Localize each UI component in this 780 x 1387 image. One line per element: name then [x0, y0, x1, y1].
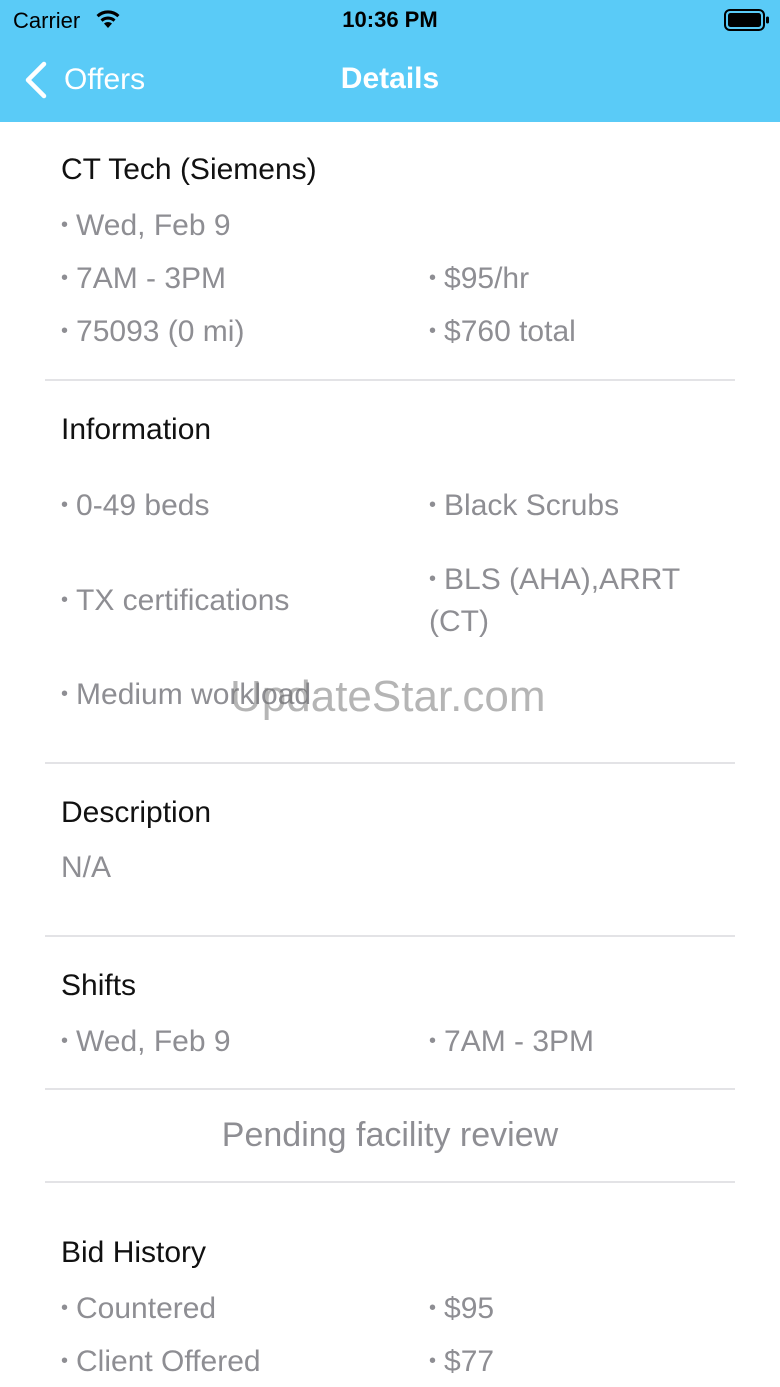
status-time: 10:36 PM: [342, 7, 438, 32]
info-item: • TX certifications: [61, 584, 290, 617]
bid-history-label: • Client Offered: [61, 1345, 261, 1378]
info-item: • 0-49 beds: [61, 489, 210, 522]
navigation-header: Carrier 10:36 PM Offers Details: [0, 0, 780, 122]
description-title: Description: [61, 796, 212, 829]
battery-icon: [724, 9, 769, 31]
job-rate: • $95/hr: [429, 262, 530, 295]
page-title: Details: [340, 62, 440, 95]
divider: [45, 1181, 735, 1183]
job-hours: • 7AM - 3PM: [61, 262, 227, 295]
job-title: CT Tech (Siemens): [61, 153, 317, 186]
shifts-title: Shifts: [61, 969, 137, 1002]
information-title: Information: [61, 413, 212, 446]
job-date: • Wed, Feb 9: [61, 209, 231, 242]
divider: [45, 935, 735, 937]
shift-date: • Wed, Feb 9: [61, 1025, 231, 1058]
bid-history-amount: • $77: [429, 1345, 495, 1378]
info-item: • Black Scrubs: [429, 489, 620, 522]
divider: [45, 762, 735, 764]
bid-history-title: Bid History: [61, 1236, 207, 1269]
bid-history-amount: • $95: [429, 1292, 495, 1325]
job-location: • 75093 (0 mi): [61, 315, 245, 348]
shift-hours: • 7AM - 3PM: [429, 1025, 595, 1058]
offer-status-message: Pending facility review: [221, 1116, 559, 1154]
nav-bar: Offers Details: [0, 52, 780, 108]
info-item: • BLS (AHA),ARRT (CT): [429, 563, 680, 638]
bid-history-label: • Countered: [61, 1292, 217, 1325]
status-bar: Carrier 10:36 PM: [0, 0, 780, 40]
divider: [45, 1088, 735, 1090]
description-text: N/A: [61, 851, 112, 884]
info-item: • Medium workload: [61, 678, 312, 711]
divider: [45, 379, 735, 381]
job-total: • $760 total: [429, 315, 576, 348]
